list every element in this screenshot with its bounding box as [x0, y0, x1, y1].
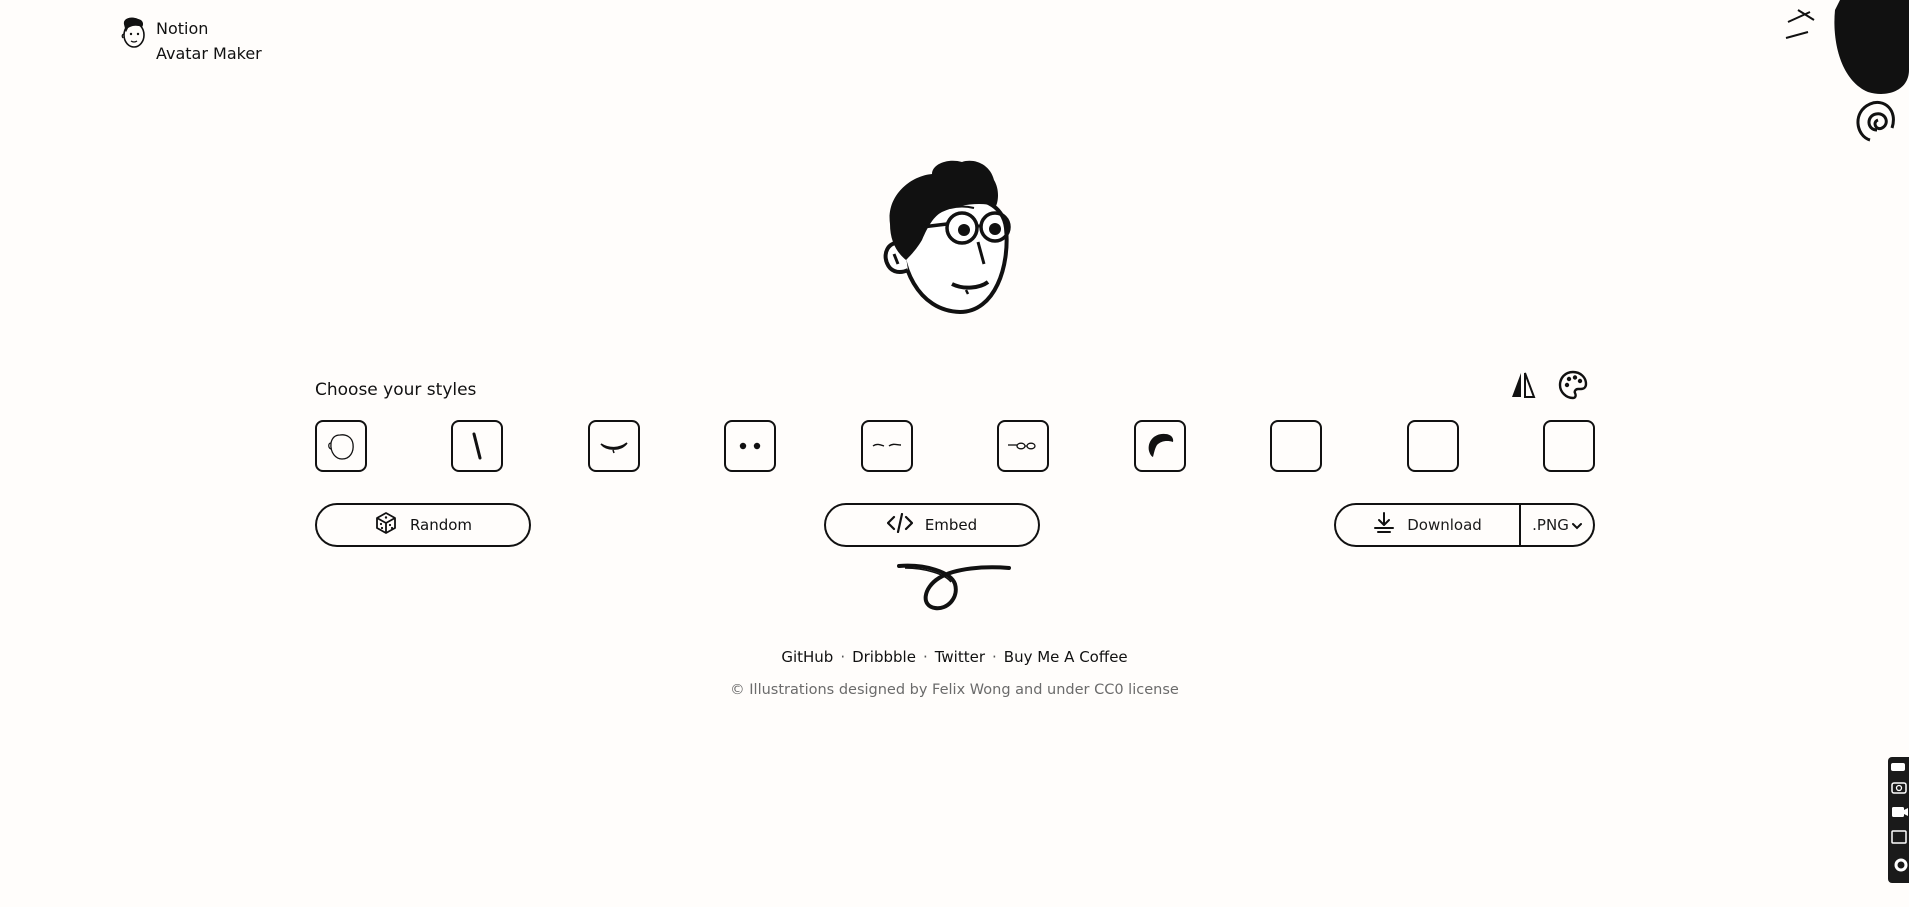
avatar-preview — [870, 156, 1020, 320]
footer-link-buy-me-a-coffee[interactable]: Buy Me A Coffee — [1004, 648, 1128, 666]
code-icon — [886, 512, 913, 537]
download-group: Download .PNG — [1334, 503, 1595, 547]
eyebrows-icon — [872, 443, 901, 447]
footer-link-github[interactable]: GitHub — [781, 648, 833, 666]
part-glasses-button[interactable] — [997, 420, 1050, 472]
side-toolbar-widget[interactable] — [1888, 757, 1909, 883]
format-select[interactable]: .PNG — [1521, 505, 1593, 545]
logo-avatar-icon — [118, 16, 148, 54]
glasses-icon — [1008, 442, 1036, 450]
format-selected-value: .PNG — [1532, 516, 1569, 534]
mouth-icon — [600, 442, 628, 454]
copyright-text: © Illustrations designed by Felix Wong a… — [730, 682, 1179, 698]
logo-text: Notion Avatar Maker — [156, 16, 262, 66]
app-logo[interactable]: Notion Avatar Maker — [118, 16, 262, 66]
part-eyebrows-button[interactable] — [860, 420, 913, 472]
part-nose-button[interactable] — [451, 420, 504, 472]
part-accessories-button[interactable] — [1270, 420, 1323, 472]
footer-separator: · — [922, 648, 928, 666]
nose-icon — [472, 432, 482, 460]
eyes-icon — [740, 442, 761, 450]
logo-title-line2: Avatar Maker — [156, 44, 262, 63]
part-mouth-button[interactable] — [587, 420, 640, 472]
random-label: Random — [409, 516, 473, 534]
flip-horizontal-icon[interactable] — [1508, 370, 1538, 400]
footer-link-dribbble[interactable]: Dribbble — [852, 648, 916, 666]
chevron-down-icon — [1571, 516, 1582, 534]
footer-links: GitHub · Dribbble · Twitter · Buy Me A Coffee — [0, 648, 1909, 666]
footer-separator: · — [840, 648, 846, 666]
download-button[interactable]: Download — [1336, 505, 1521, 545]
decorative-loop-scribble — [895, 562, 1011, 618]
part-details-button[interactable] — [1406, 420, 1459, 472]
section-title: Choose your styles — [315, 380, 477, 400]
style-tools — [1508, 370, 1588, 400]
logo-title-line1: Notion — [156, 19, 209, 38]
palette-icon[interactable] — [1558, 370, 1588, 400]
footer-link-twitter[interactable]: Twitter — [935, 648, 985, 666]
decorative-scribble-blob — [1780, 0, 1909, 156]
part-beard-button[interactable] — [1542, 420, 1595, 472]
embed-button[interactable]: Embed — [824, 503, 1040, 547]
face-shape-icon — [328, 434, 354, 460]
part-hair-button[interactable] — [1133, 420, 1186, 472]
download-icon — [1373, 511, 1395, 539]
dice-icon — [374, 511, 398, 539]
random-button[interactable]: Random — [315, 503, 531, 547]
footer-separator: · — [992, 648, 997, 666]
embed-label: Embed — [924, 516, 978, 534]
download-label: Download — [1407, 516, 1482, 534]
hair-icon — [1148, 433, 1173, 457]
part-face-button[interactable] — [315, 420, 367, 472]
part-eyes-button[interactable] — [724, 420, 777, 472]
style-parts-row — [315, 420, 1595, 472]
